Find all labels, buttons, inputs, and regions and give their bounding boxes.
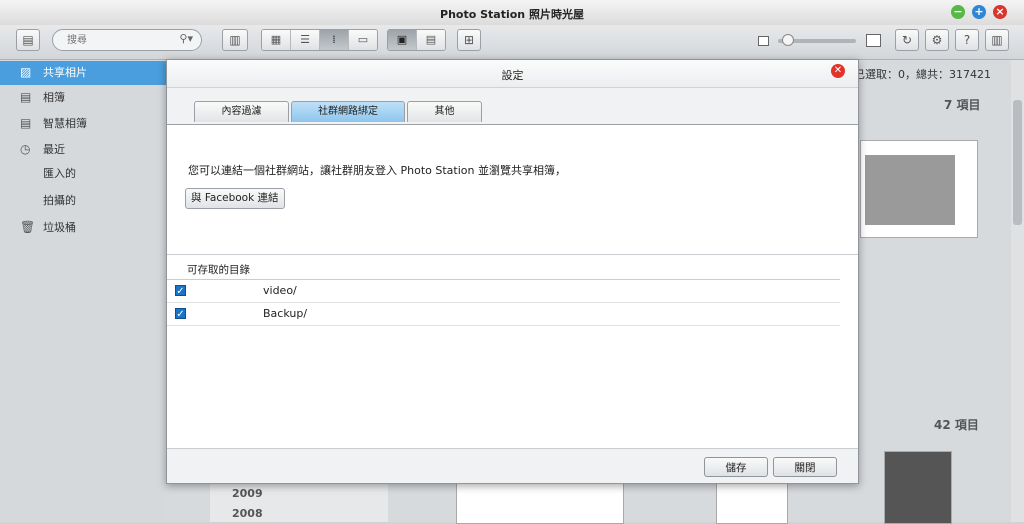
- thumbnail-view-icon[interactable]: ▦: [262, 30, 291, 50]
- minimize-icon[interactable]: −: [951, 5, 965, 19]
- photo-thumbnail[interactable]: [716, 482, 788, 524]
- window-title: Photo Station 照片時光屋: [440, 8, 584, 21]
- search-box[interactable]: ⚲▾: [52, 29, 202, 51]
- checkbox[interactable]: ✓: [175, 285, 186, 297]
- directory-name: video/: [263, 284, 297, 297]
- album-icon: ▤: [20, 90, 32, 104]
- directory-name: Backup/: [263, 307, 308, 320]
- list-view-icon[interactable]: ☰: [291, 30, 320, 50]
- item-count-2: 42 項目: [934, 418, 979, 432]
- timeline-button[interactable]: ▥: [222, 29, 248, 51]
- section-title: 可存取的目錄: [187, 264, 250, 276]
- photo-icon[interactable]: ▣: [388, 30, 417, 50]
- layout-button[interactable]: ⊞: [457, 29, 481, 51]
- media-type-group: ▣ ▤: [387, 29, 446, 51]
- close-window-icon[interactable]: ×: [993, 5, 1007, 19]
- year-label: 2009: [232, 487, 263, 500]
- panel-icon: ▥: [991, 33, 1003, 47]
- maximize-icon[interactable]: +: [972, 5, 986, 19]
- photo-thumbnail[interactable]: [860, 140, 978, 238]
- close-icon[interactable]: ✕: [831, 64, 845, 78]
- item-count-1: 7 項目: [944, 98, 981, 112]
- help-button[interactable]: ?: [955, 29, 979, 51]
- help-icon: ?: [963, 33, 971, 47]
- tab-social-network[interactable]: 社群網路綁定: [291, 101, 405, 122]
- dialog-title: 設定: [501, 69, 524, 82]
- sidebar-item-imported[interactable]: 匯入的: [0, 162, 166, 186]
- selection-status: 已選取：0，總共：317421: [854, 68, 991, 81]
- folder-view-icon[interactable]: ▭: [349, 30, 377, 50]
- video-icon[interactable]: ▤: [417, 30, 445, 50]
- sidebar-toggle-button[interactable]: ▤: [16, 29, 40, 51]
- sidebar-item-taken[interactable]: 拍攝的: [0, 189, 166, 213]
- sidebar-icon: ▤: [22, 33, 34, 47]
- layout-icon: ⊞: [463, 33, 475, 47]
- tab-other[interactable]: 其他: [407, 101, 482, 122]
- save-button[interactable]: 儲存: [704, 457, 768, 477]
- sidebar-item-albums[interactable]: ▤ 相簿: [0, 86, 166, 110]
- clock-icon: ◷: [20, 142, 31, 156]
- smart-album-icon: ▤: [20, 116, 32, 130]
- checkbox[interactable]: ✓: [175, 308, 186, 320]
- title-bar: Photo Station 照片時光屋 − + ×: [0, 0, 1024, 26]
- info-panel-button[interactable]: ▥: [985, 29, 1009, 51]
- search-input[interactable]: [65, 32, 169, 48]
- settings-button[interactable]: ⚙: [925, 29, 949, 51]
- settings-dialog: 設定 ✕ 內容過濾 社群網路綁定 其他 您可以連結一個社群網站，讓社群朋友登入 …: [166, 59, 859, 484]
- scrollbar[interactable]: [1011, 60, 1024, 522]
- refresh-button[interactable]: ↻: [895, 29, 919, 51]
- search-icon[interactable]: ⚲▾: [179, 32, 193, 45]
- sidebar-item-smart-albums[interactable]: ▤ 智慧相簿: [0, 112, 166, 136]
- refresh-icon: ↻: [901, 33, 913, 47]
- view-mode-group: ▦ ☰ ⁞ ▭: [261, 29, 378, 51]
- photo-thumbnail[interactable]: [456, 482, 624, 524]
- zoom-slider[interactable]: [778, 34, 856, 46]
- trash-icon: 🗑: [20, 220, 36, 234]
- timeline-view-icon[interactable]: ⁞: [320, 30, 349, 50]
- sidebar-item-recent[interactable]: ◷ 最近: [0, 138, 166, 162]
- photo-thumbnail[interactable]: [884, 451, 952, 524]
- directory-list: ✓ video/ ✓ Backup/: [167, 279, 840, 327]
- tab-content-filter[interactable]: 內容過濾: [194, 101, 289, 122]
- sidebar-item-shared-photos[interactable]: ▨ 共享相片: [0, 61, 166, 85]
- scrollbar-thumb[interactable]: [1013, 100, 1022, 225]
- large-size-icon: [866, 34, 881, 47]
- list-item[interactable]: ✓ video/: [167, 280, 840, 303]
- dialog-header: 設定 ✕: [167, 60, 858, 88]
- sidebar: ▨ 共享相片 ▤ 相簿 ▤ 智慧相簿 ◷ 最近 匯入的 拍攝的 🗑 垃圾桶: [0, 60, 166, 522]
- timeline-icon: ▥: [229, 33, 241, 47]
- divider: [167, 254, 858, 255]
- social-intro-text: 您可以連結一個社群網站，讓社群朋友登入 Photo Station 並瀏覽共享相…: [188, 164, 566, 177]
- thumbnail-image: [865, 155, 955, 225]
- toolbar: ▤ ⚲▾ ▥ ▦ ☰ ⁞ ▭ ▣ ▤ ⊞ ↻ ⚙ ? ▥: [0, 25, 1024, 60]
- year-panel: 2009 2008: [210, 482, 388, 522]
- year-label: 2008: [232, 507, 263, 520]
- gear-icon: ⚙: [931, 33, 943, 47]
- sidebar-item-trash[interactable]: 🗑 垃圾桶: [0, 216, 166, 240]
- list-item[interactable]: ✓ Backup/: [167, 303, 840, 326]
- tab-bar: 內容過濾 社群網路綁定 其他: [167, 88, 858, 125]
- small-size-icon: [758, 36, 769, 46]
- zoom-slider-knob[interactable]: [782, 34, 794, 46]
- facebook-connect-button[interactable]: 與 Facebook 連結: [185, 188, 285, 209]
- close-button[interactable]: 關閉: [773, 457, 837, 477]
- dialog-footer: 儲存 關閉: [167, 449, 858, 483]
- picture-icon: ▨: [20, 65, 32, 79]
